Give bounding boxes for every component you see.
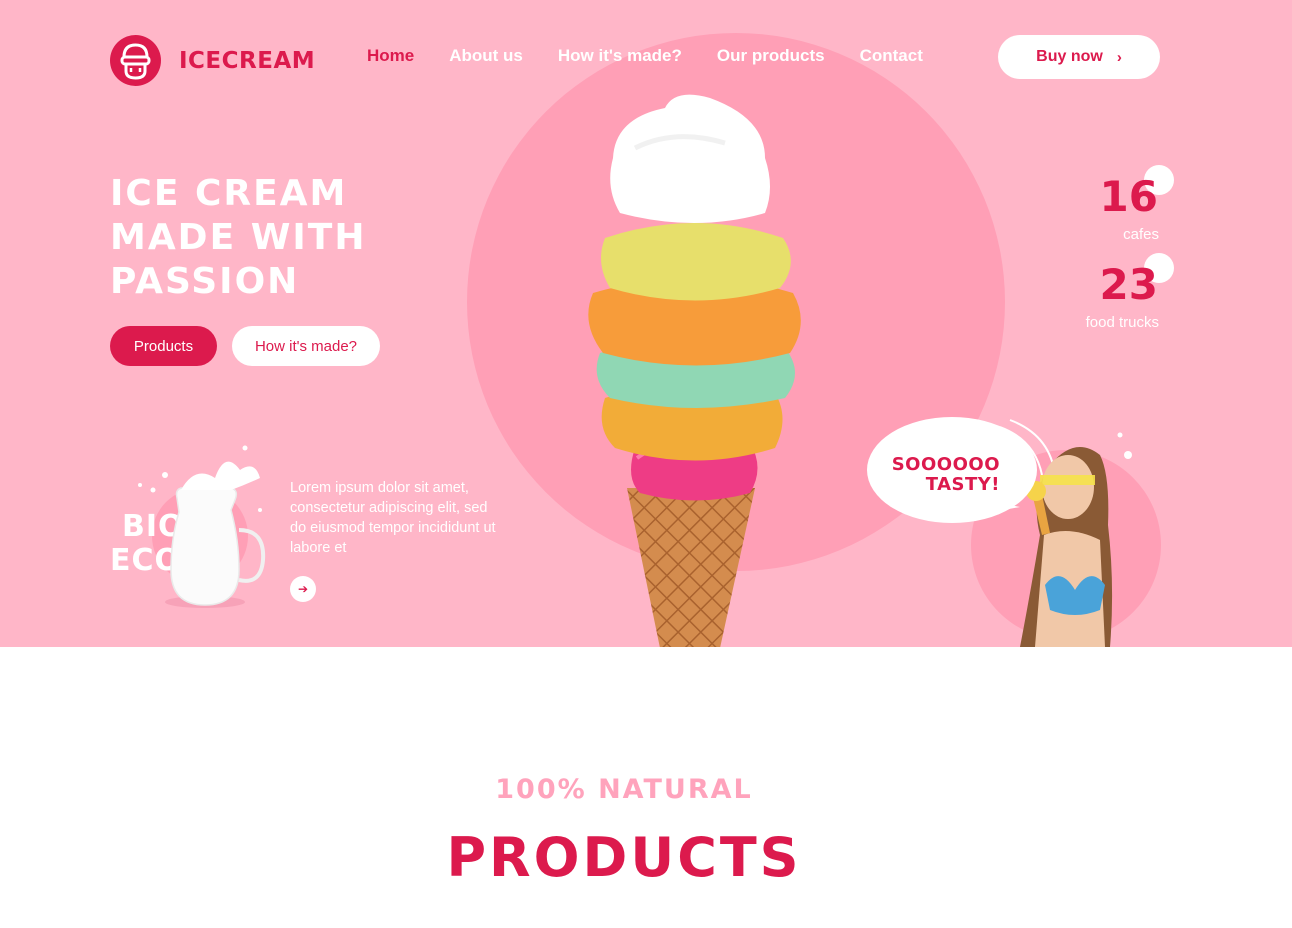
chevron-right-icon: › (1116, 48, 1122, 66)
nav-contact[interactable]: Contact (860, 46, 923, 66)
headline-line-3: PASSION (110, 261, 300, 302)
hero-headline: ICE CREAM MADE WITH PASSION (110, 172, 410, 304)
ice-cream-face-icon (110, 35, 161, 86)
brand-logo[interactable]: ICECREAM (110, 35, 315, 86)
stat-trucks-label: food trucks (1085, 314, 1159, 331)
main-nav: Home About us How it's made? Our product… (367, 46, 958, 66)
section-title: PRODUCTS (446, 826, 802, 889)
how-its-made-button[interactable]: How it's made? (232, 326, 380, 366)
tasty-line-1: SOOOOOO (891, 454, 1000, 475)
ice-cream-cone-image (588, 94, 801, 647)
speech-bubble-tail (960, 495, 1020, 515)
nav-about-us[interactable]: About us (449, 46, 523, 66)
buy-now-label: Buy now (1036, 48, 1103, 65)
stat-cafes-value: 16 (1099, 172, 1158, 221)
hero-section: ICECREAM Home About us How it's made? Ou… (0, 0, 1292, 647)
nav-how-its-made[interactable]: How it's made? (558, 46, 682, 66)
buy-now-button[interactable]: Buy now › (998, 35, 1160, 79)
tasty-callout: SOOOOOO TASTY! (885, 455, 1000, 495)
nav-our-products[interactable]: Our products (717, 46, 825, 66)
milk-jug-image (138, 445, 266, 608)
arrow-right-icon[interactable]: ➔ (290, 576, 316, 602)
stat-trucks-value: 23 (1099, 260, 1158, 309)
products-button[interactable]: Products (110, 326, 217, 366)
brand-name: ICECREAM (179, 47, 316, 74)
headline-line-1: ICE CREAM (110, 173, 348, 214)
nav-home[interactable]: Home (367, 46, 414, 66)
tasty-line-2: TASTY! (925, 474, 1000, 495)
feature-description: Lorem ipsum dolor sit amet, consectetur … (290, 480, 496, 556)
section-eyebrow: 100% NATURAL (495, 774, 753, 805)
stat-cafes-label: cafes (1123, 226, 1159, 243)
headline-line-2: MADE WITH (110, 217, 367, 258)
